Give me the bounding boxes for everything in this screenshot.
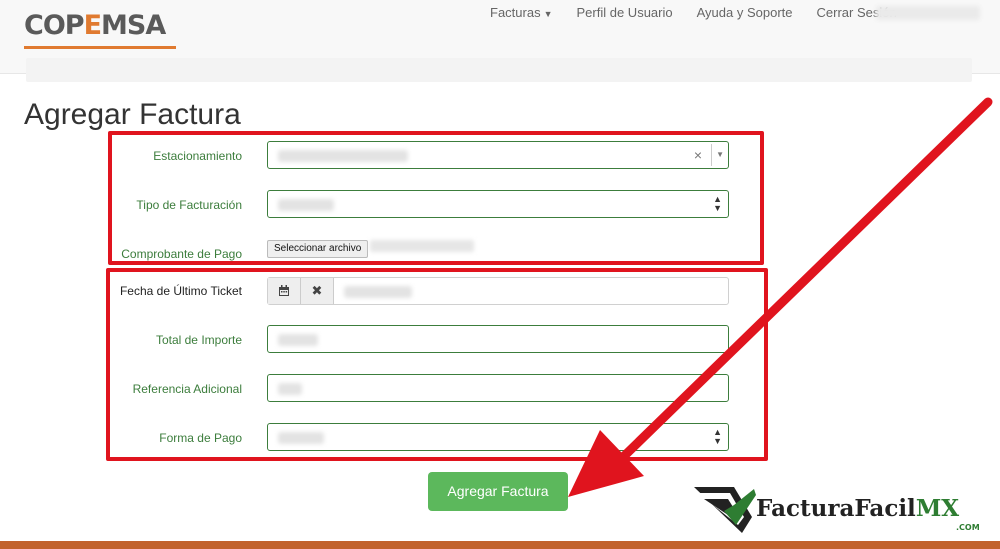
- nav-facturas[interactable]: Facturas ▼: [490, 5, 553, 20]
- brand-domain: .COM: [956, 523, 980, 532]
- nav-links: Facturas ▼ Perfil de Usuario Ayuda y Sopo…: [490, 5, 921, 20]
- agregar-factura-button[interactable]: Agregar Factura: [428, 472, 568, 511]
- facturafacil-watermark: FacturaFacilMX .COM: [694, 487, 994, 535]
- logo-underline: [24, 46, 176, 49]
- page-title: Agregar Factura: [24, 98, 241, 131]
- copemsa-logo[interactable]: COPEMSA: [24, 8, 176, 52]
- user-name-redacted: [876, 6, 980, 20]
- logo-text: COPEMSA: [24, 10, 166, 41]
- nav-ayuda[interactable]: Ayuda y Soporte: [697, 5, 793, 20]
- caret-down-icon: ▼: [543, 9, 553, 19]
- annotation-box-bottom: [106, 268, 768, 461]
- brand-name: FacturaFacilMX: [756, 495, 960, 522]
- breadcrumb: [26, 58, 972, 82]
- footer-bar: [0, 541, 1000, 549]
- page: COPEMSA Facturas ▼ Perfil de Usuario Ayud…: [0, 0, 1000, 549]
- annotation-box-top: [108, 131, 764, 265]
- nav-perfil[interactable]: Perfil de Usuario: [577, 5, 673, 20]
- facturafacil-logo-icon: [694, 487, 756, 533]
